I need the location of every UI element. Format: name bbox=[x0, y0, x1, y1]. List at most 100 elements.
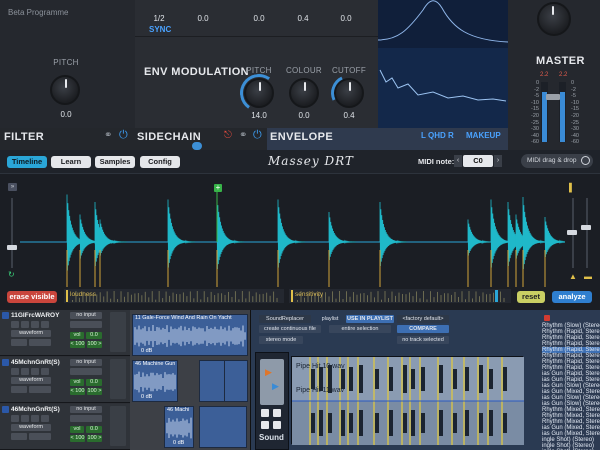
master-knob[interactable] bbox=[537, 2, 571, 36]
tab-learn[interactable]: Learn bbox=[51, 156, 91, 168]
sensitivity-slider[interactable]: sensitivity bbox=[289, 289, 511, 303]
expand-icon[interactable]: » bbox=[8, 183, 17, 191]
entire-selection-dropdown[interactable]: entire selection bbox=[329, 325, 391, 333]
record-button[interactable] bbox=[11, 368, 19, 375]
audio-clip[interactable]: 46 Machine Gun F 0 dB bbox=[132, 360, 178, 402]
filter-power-icon[interactable]: ⏻ bbox=[119, 129, 128, 142]
tab-config[interactable]: Config bbox=[140, 156, 180, 168]
sensitivity-handle[interactable] bbox=[291, 290, 293, 302]
loudness-handle[interactable] bbox=[66, 290, 68, 302]
pan-right[interactable]: 100 > bbox=[87, 388, 102, 395]
erase-visible-button[interactable]: erase visible bbox=[7, 291, 57, 303]
track-name[interactable]: 11GIFrcWAROY bbox=[11, 312, 59, 319]
midi-note-prev-icon[interactable]: ‹ bbox=[454, 155, 462, 167]
volume-value[interactable]: 0.0 bbox=[86, 379, 102, 386]
loudness-marker-icon[interactable]: ▬ bbox=[584, 272, 592, 281]
plugin-name-field[interactable]: SoundReplacer bbox=[259, 315, 311, 323]
audio-clip[interactable] bbox=[224, 360, 248, 402]
link-icon[interactable]: ⚭ bbox=[104, 130, 112, 141]
sample-waveform-view[interactable]: Pipe Hit 10.wav Pipe Hit 11.wav bbox=[291, 356, 524, 445]
audio-clip[interactable]: 46 Machi 0 dB bbox=[164, 406, 194, 448]
audio-clip[interactable] bbox=[199, 406, 247, 448]
volume-value[interactable]: 0.0 bbox=[86, 426, 102, 433]
sync-button[interactable]: SYNC bbox=[149, 25, 171, 34]
track-header[interactable]: 11GIFrcWAROY waveform no input vol 0.0 <… bbox=[0, 310, 130, 356]
track-select-icon[interactable] bbox=[2, 312, 9, 319]
dyn-button[interactable] bbox=[11, 386, 27, 393]
play-icon[interactable]: ▶ bbox=[265, 367, 272, 378]
fx-insert[interactable] bbox=[70, 415, 102, 422]
right-marker-icon[interactable]: ▌ bbox=[569, 183, 575, 192]
mode-button-4[interactable] bbox=[273, 421, 281, 429]
loudness-slider[interactable]: loudness bbox=[64, 289, 284, 303]
sensitivity-marker-icon[interactable]: ▲ bbox=[569, 272, 577, 281]
input-monitor-button[interactable] bbox=[21, 321, 29, 328]
dyn-button[interactable] bbox=[11, 339, 27, 346]
input-monitor-button[interactable] bbox=[21, 415, 29, 422]
dyn-button[interactable] bbox=[11, 433, 27, 440]
track-header[interactable]: 45MchnGnRt(S) waveform no input vol 0.0 … bbox=[0, 357, 130, 403]
read-mode-button[interactable] bbox=[29, 386, 51, 393]
track-select-icon[interactable] bbox=[2, 359, 9, 366]
mute-button[interactable] bbox=[41, 415, 49, 422]
reset-button[interactable]: reset bbox=[517, 291, 545, 303]
tab-timeline[interactable]: Timeline bbox=[7, 156, 47, 168]
read-mode-button[interactable] bbox=[29, 339, 51, 346]
compare-button[interactable]: COMPARE bbox=[397, 325, 449, 333]
input-selector[interactable]: no input bbox=[70, 359, 102, 366]
track-header[interactable]: 46MchnGnRt(S) waveform no input vol 0.0 … bbox=[0, 404, 130, 450]
read-mode-button[interactable] bbox=[29, 433, 51, 440]
midi-note-next-icon[interactable]: › bbox=[494, 155, 502, 167]
audio-clip[interactable]: 11 Gale-Force Wind And Rain On Yacht 0 d… bbox=[132, 314, 248, 356]
pan-right[interactable]: 100 > bbox=[87, 435, 102, 442]
input-monitor-button[interactable] bbox=[21, 368, 29, 375]
sidechain-link-icon[interactable]: ⚭ bbox=[239, 130, 247, 141]
pan-left[interactable]: < 100 bbox=[70, 341, 85, 348]
solo-button[interactable] bbox=[31, 368, 39, 375]
sidechain-power-icon[interactable]: ⏻ bbox=[253, 129, 262, 142]
input-selector[interactable]: no input bbox=[70, 312, 102, 319]
track-select-icon[interactable] bbox=[2, 406, 9, 413]
right-slider-handle-2[interactable] bbox=[581, 225, 591, 230]
record-button[interactable] bbox=[11, 415, 19, 422]
midi-drag-drop-button[interactable]: MIDI drag & drop bbox=[521, 154, 593, 168]
stereo-mode-dropdown[interactable]: stereo mode bbox=[259, 336, 303, 344]
pan-left[interactable]: < 100 bbox=[70, 388, 85, 395]
track-name[interactable]: 45MchnGnRt(S) bbox=[11, 359, 60, 366]
left-slider-handle[interactable] bbox=[7, 245, 17, 250]
volume-value[interactable]: 0.0 bbox=[86, 332, 102, 339]
create-continuous-dropdown[interactable]: create continuous file bbox=[259, 325, 321, 333]
track-name[interactable]: 46MchnGnRt(S) bbox=[11, 406, 60, 413]
solo-button[interactable] bbox=[31, 321, 39, 328]
view-selector[interactable]: waveform bbox=[11, 424, 51, 431]
view-selector[interactable]: waveform bbox=[11, 377, 51, 384]
headphones-icon[interactable]: ⎋ bbox=[224, 130, 232, 141]
master-fader[interactable] bbox=[546, 94, 560, 100]
fx-insert[interactable] bbox=[70, 321, 102, 328]
pitch-knob[interactable] bbox=[50, 75, 80, 105]
pan-right[interactable]: 100 > bbox=[87, 341, 102, 348]
tab-samples[interactable]: Samples bbox=[95, 156, 135, 168]
pan-left[interactable]: < 100 bbox=[70, 435, 85, 442]
mode-button-2[interactable] bbox=[273, 409, 281, 417]
input-selector[interactable]: no input bbox=[70, 406, 102, 413]
makeup-button[interactable]: MAKEUP bbox=[466, 131, 501, 140]
preset-dropdown[interactable]: <factory default> bbox=[397, 315, 449, 323]
play-icon-2[interactable]: ▶ bbox=[272, 381, 279, 392]
threshold-icon[interactable]: ↻ bbox=[8, 270, 15, 279]
analyze-button[interactable]: analyze bbox=[552, 291, 592, 303]
add-marker-button[interactable]: + bbox=[214, 184, 222, 192]
envelope-modes[interactable]: L QHD R bbox=[421, 131, 454, 140]
track-select-dropdown[interactable]: no track selected bbox=[397, 336, 449, 344]
close-icon[interactable] bbox=[544, 315, 550, 321]
fx-insert[interactable] bbox=[70, 368, 102, 375]
solo-button[interactable] bbox=[31, 415, 39, 422]
mute-button[interactable] bbox=[41, 368, 49, 375]
mode-button-1[interactable] bbox=[261, 409, 269, 417]
midi-note-field[interactable]: C0 bbox=[463, 155, 493, 167]
right-slider-handle-1[interactable] bbox=[567, 230, 577, 235]
env-colour-knob[interactable] bbox=[289, 78, 319, 108]
mute-button[interactable] bbox=[41, 321, 49, 328]
record-button[interactable] bbox=[11, 321, 19, 328]
view-selector[interactable]: waveform bbox=[11, 330, 51, 337]
